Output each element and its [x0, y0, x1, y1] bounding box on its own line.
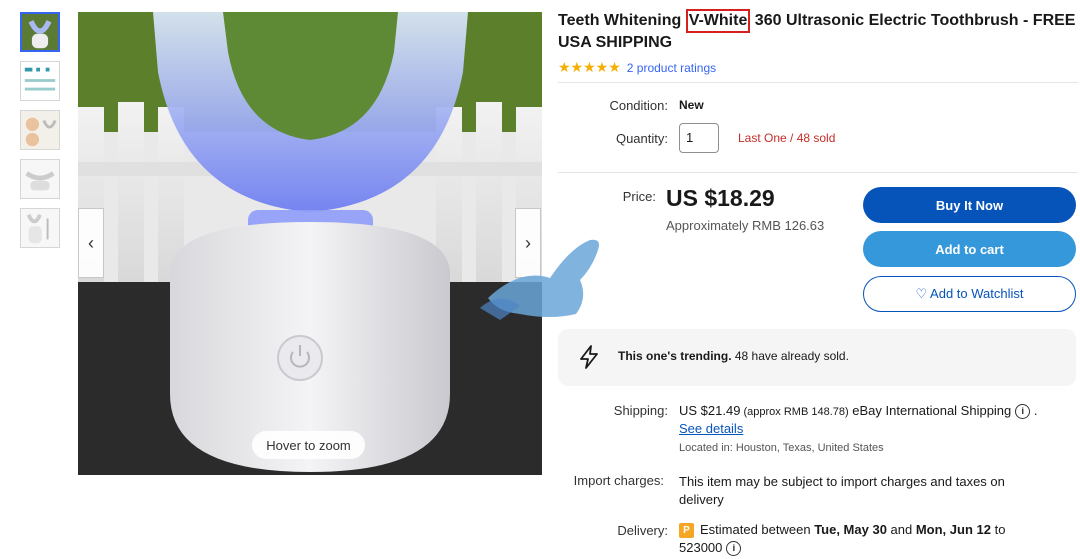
listing-title: Teeth Whitening V-White 360 Ultrasonic E…	[558, 9, 1078, 54]
thumbnail-2[interactable]	[20, 61, 60, 101]
import-charges-label: Import charges:	[573, 473, 664, 488]
delivery-label: Delivery:	[617, 523, 668, 538]
thumbnail-strip	[20, 12, 62, 257]
see-details-link[interactable]: See details	[679, 421, 743, 436]
shipping-details: US $21.49 (approx RMB 148.78) eBay Inter…	[679, 403, 1038, 420]
price-label: Price:	[622, 189, 656, 204]
divider	[558, 172, 1078, 173]
quantity-label: Quantity:	[615, 131, 668, 146]
delivery-badge-icon: P	[679, 523, 694, 539]
shipping-amount: US $21.49	[679, 403, 741, 418]
trending-banner: This one's trending. 48 have already sol…	[558, 329, 1076, 386]
condition-value: New	[679, 98, 704, 112]
quantity-input[interactable]: 1	[679, 123, 719, 153]
rating-row: ★★★★★ 2 product ratings	[558, 59, 716, 76]
thumbnail-1[interactable]	[20, 12, 60, 52]
divider	[558, 82, 1078, 83]
prev-image-arrow[interactable]: ‹	[78, 208, 104, 278]
seal-watermark-icon	[480, 239, 599, 320]
item-location: Located in: Houston, Texas, United State…	[679, 442, 884, 454]
shipping-service: eBay International Shipping	[848, 403, 1012, 418]
thumbnail-4[interactable]	[20, 159, 60, 199]
delivery-estimate: P Estimated between Tue, May 30 and Mon, …	[679, 522, 1006, 557]
lightning-icon	[580, 345, 598, 369]
thumbnail-5[interactable]	[20, 208, 60, 248]
price-approx: Approximately RMB 126.63	[666, 218, 825, 233]
add-to-cart-button[interactable]: Add to cart	[863, 231, 1076, 267]
trending-bold: This one's trending.	[618, 349, 732, 363]
trending-rest: 48 have already sold.	[731, 349, 849, 363]
import-charges-text: This item may be subject to import charg…	[679, 474, 1005, 507]
star-rating-icon: ★★★★★	[558, 59, 621, 75]
hover-to-zoom-hint: Hover to zoom	[252, 431, 365, 459]
info-icon[interactable]: i	[726, 541, 742, 557]
condition-label: Condition:	[609, 98, 668, 113]
add-to-watchlist-button[interactable]: ♡ Add to Watchlist	[863, 276, 1076, 312]
toothbrush-photo	[78, 12, 542, 475]
price-value: US $18.29	[666, 185, 775, 211]
stock-note: Last One / 48 sold	[738, 131, 836, 145]
info-icon[interactable]: i	[1015, 404, 1031, 420]
shipping-label: Shipping:	[613, 403, 668, 418]
main-product-image[interactable]	[78, 12, 542, 475]
ratings-link[interactable]: 2 product ratings	[627, 61, 716, 75]
shipping-approx: (approx RMB 148.78)	[740, 406, 849, 418]
highlighted-brand: V-White	[685, 9, 751, 33]
thumbnail-3[interactable]	[20, 110, 60, 150]
buy-it-now-button[interactable]: Buy It Now	[863, 187, 1076, 223]
